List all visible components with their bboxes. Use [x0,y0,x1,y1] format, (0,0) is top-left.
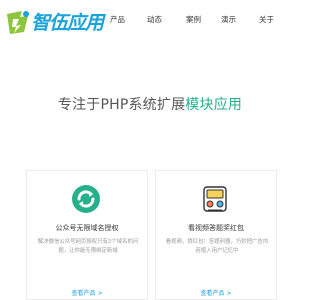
wechat-auth-icon [72,185,100,213]
header: 智伍应用 产品 动态 案例 演示 关于 [0,0,300,42]
view-product-link[interactable]: 查看产品 > [156,288,276,297]
nav-item-cases[interactable]: 案例 [186,14,201,26]
product-card[interactable]: 看视频答题奖红包 看视频，猜红包！答题利器，巧妙把广告内容植入用户记忆中 查看产… [155,170,277,300]
product-card[interactable]: 公众号无限域名授权 解决微信公众号网页授权只有2个域名的问题，让你能无限绑定新域… [26,170,148,300]
hero-title-accent: 模块应用 [185,97,243,113]
view-product-link[interactable]: 查看产品 > [27,288,147,297]
nav-item-news[interactable]: 动态 [147,14,162,26]
card-description: 解决微信公众号网页授权只有2个域名的问题，让你能无限绑定新域 [37,239,139,254]
hero-title-prefix: 专注于PHP系统扩展 [57,97,186,113]
page: 智伍应用 产品 动态 案例 演示 关于 专注于PHP系统扩展模块应用 公众号无限… [0,0,300,300]
nav-item-about[interactable]: 关于 [259,14,274,26]
card-description: 看视频，猜红包！答题利器，巧妙把广告内容植入用户记忆中 [165,239,269,254]
nav-item-products[interactable]: 产品 [110,14,125,26]
card-title: 看视频答题奖红包 [188,224,244,232]
main-nav: 产品 动态 案例 演示 关于 [0,14,300,30]
quiz-video-icon [203,186,227,212]
nav-item-demo[interactable]: 演示 [221,14,236,26]
card-title: 公众号无限域名授权 [55,224,119,232]
hero-title: 专注于PHP系统扩展模块应用 [0,94,300,114]
